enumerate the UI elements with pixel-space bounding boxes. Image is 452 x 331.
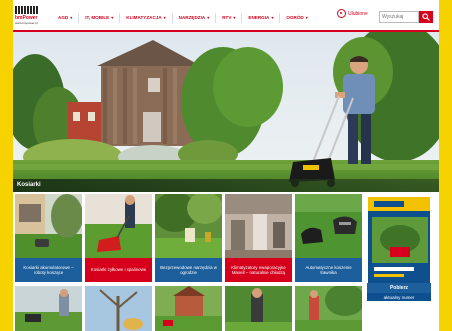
tile-image xyxy=(295,286,362,331)
chevron-down-icon: ▾ xyxy=(163,14,166,20)
nav-item-agd[interactable]: AGD ▾ xyxy=(55,11,75,23)
tile-image xyxy=(225,286,292,331)
nav-item-label: AGD xyxy=(58,14,69,20)
tile-image xyxy=(225,194,292,258)
tile-image xyxy=(155,194,222,258)
favorites-link[interactable]: Ulubione xyxy=(337,9,368,18)
category-tile[interactable] xyxy=(85,286,152,331)
tile-image xyxy=(155,286,222,331)
category-tile[interactable]: Automatyczne koszenie trawnika xyxy=(295,194,362,282)
nav-item-label: RTV xyxy=(222,14,232,20)
section-title: Kosiarki xyxy=(17,182,41,188)
nav-item-energia[interactable]: ENERGIA ▾ xyxy=(245,11,276,23)
barcode-icon xyxy=(15,6,47,14)
tile-caption: Kosiarki żyłkowe i spalinowe xyxy=(85,258,152,282)
nav-item-klimatyzacja[interactable]: KLIMATYZACJA ▾ xyxy=(123,11,168,23)
favorites-icon xyxy=(337,9,346,18)
nav-item-label: ENERGIA xyxy=(248,14,270,20)
chevron-down-icon: ▾ xyxy=(70,14,73,20)
nav-item-narzedzia[interactable]: NARZĘDZIA ▾ xyxy=(176,11,213,23)
search-input[interactable] xyxy=(379,11,419,23)
category-tile[interactable] xyxy=(295,286,362,331)
chevron-down-icon: ▾ xyxy=(305,14,308,20)
nav-separator xyxy=(241,13,243,23)
nav-item-label: IT, MOBILE xyxy=(85,14,110,20)
download-button[interactable]: Pobierz xyxy=(367,283,431,293)
nav-item-rtv[interactable]: RTV ▾ xyxy=(219,11,238,23)
page-frame: bmPower www.bmpower.pl AGD ▾ IT, MOBILE ▾ … xyxy=(13,0,439,331)
favorites-label: Ulubione xyxy=(348,10,368,17)
category-tile[interactable] xyxy=(155,286,222,331)
chevron-down-icon: ▾ xyxy=(207,14,210,20)
top-navigation-bar: bmPower www.bmpower.pl AGD ▾ IT, MOBILE ▾ … xyxy=(13,0,439,32)
tile-caption: Klimatyzatory ewaporacyjne Maxell – natu… xyxy=(225,258,292,282)
search-icon xyxy=(422,13,430,21)
chevron-down-icon: ▾ xyxy=(111,14,114,20)
nav-separator xyxy=(215,13,217,23)
category-tile[interactable]: Kosiarki żyłkowe i spalinowe xyxy=(85,194,152,282)
category-tile[interactable]: Bezprzewodowe narzędzia w ogrodzie xyxy=(155,194,222,282)
nav-separator xyxy=(119,13,121,23)
section-header-band xyxy=(13,179,439,192)
tile-caption: Automatyczne koszenie trawnika xyxy=(295,258,362,282)
chevron-down-icon: ▾ xyxy=(233,14,236,20)
nav-item-label: OGRÓD xyxy=(286,14,304,20)
nav-item-it-mobile[interactable]: IT, MOBILE ▾ xyxy=(82,11,116,23)
logo-subtitle: www.bmpower.pl xyxy=(15,21,38,25)
hero-banner[interactable] xyxy=(13,32,439,192)
tile-image xyxy=(295,194,362,258)
site-logo[interactable]: bmPower www.bmpower.pl xyxy=(15,6,47,26)
nav-item-label: KLIMATYZACJA xyxy=(126,14,162,20)
magazine-promo: Pobierz aktualny numer xyxy=(363,194,439,302)
nav-item-label: NARZĘDZIA xyxy=(178,14,206,20)
chevron-down-icon: ▾ xyxy=(271,14,274,20)
tile-image xyxy=(15,286,82,331)
tile-image xyxy=(15,194,82,258)
magazine-cover-image[interactable] xyxy=(367,196,431,284)
main-menu: AGD ▾ IT, MOBILE ▾ KLIMATYZACJA ▾ NARZĘDZIA… xyxy=(55,11,311,23)
category-tile[interactable] xyxy=(15,286,82,331)
hero-image xyxy=(13,32,439,192)
category-tile[interactable]: Klimatyzatory ewaporacyjne Maxell – natu… xyxy=(225,194,292,282)
nav-item-ogrod[interactable]: OGRÓD ▾ xyxy=(283,11,310,23)
current-issue-link[interactable]: aktualny numer xyxy=(367,293,431,301)
search-button[interactable] xyxy=(419,11,433,23)
tile-image xyxy=(85,194,152,258)
nav-separator xyxy=(78,13,80,23)
tile-caption: Kosiarki akumulatorowe – roboty koszące xyxy=(15,258,82,282)
nav-separator xyxy=(171,13,173,23)
category-tile[interactable] xyxy=(225,286,292,331)
nav-separator xyxy=(279,13,281,23)
tile-caption: Bezprzewodowe narzędzia w ogrodzie xyxy=(155,258,222,282)
category-tile[interactable]: Kosiarki akumulatorowe – roboty koszące xyxy=(15,194,82,282)
tile-image xyxy=(85,286,152,331)
